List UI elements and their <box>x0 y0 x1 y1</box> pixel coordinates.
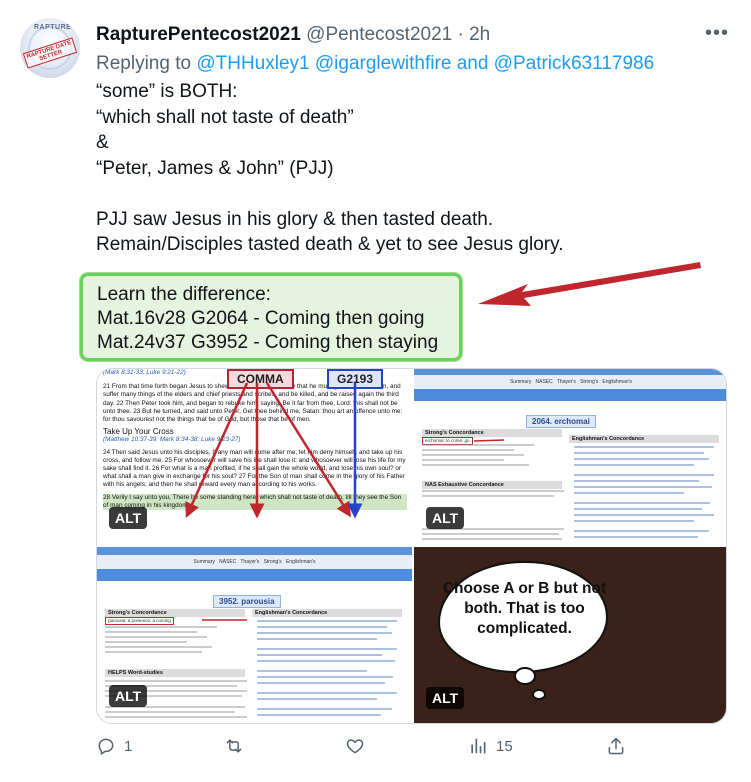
share-icon <box>608 737 624 755</box>
reply-button[interactable]: 1 <box>96 736 132 756</box>
tweet-line: “which shall not taste of death” <box>96 106 354 128</box>
replying-to: Replying to @THHuxley1 @igarglewithfire … <box>96 53 654 75</box>
alt-badge[interactable]: ALT <box>426 687 465 709</box>
callout-line: Mat.24v37 G3952 - Coming then staying <box>97 332 439 353</box>
reply-icon <box>98 738 114 755</box>
share-button[interactable] <box>606 736 626 756</box>
tweet-line: “Peter, James & John” (PJJ) <box>96 157 334 179</box>
like-button[interactable] <box>345 736 373 756</box>
retweet-button[interactable] <box>223 736 253 756</box>
separator-dot: · <box>457 24 470 45</box>
mention-link[interactable]: @Patrick63117986 <box>494 53 654 74</box>
timestamp[interactable]: 2h <box>469 24 490 45</box>
tweet-text: “some” is BOTH: “which shall not taste o… <box>96 79 716 258</box>
alt-badge[interactable]: ALT <box>109 507 148 529</box>
more-options-icon[interactable]: ••• <box>705 22 729 45</box>
views-icon <box>471 738 486 754</box>
media-image-parousia[interactable]: Summary NASEC Thayer's Strong's Englishm… <box>97 547 412 723</box>
tweet-line: “some” is BOTH: <box>96 81 238 102</box>
mention-link[interactable]: @THHuxley1 <box>196 53 309 74</box>
thought-puff <box>532 689 546 700</box>
media-image-bible-text[interactable]: (Mark 8:31-33; Luke 9:21-22) 21 From tha… <box>97 369 412 545</box>
media-grid: (Mark 8:31-33; Luke 9:21-22) 21 From tha… <box>96 368 727 724</box>
callout-line: Learn the difference: <box>97 284 271 305</box>
tweet-line: PJJ saw Jesus in his glory & then tasted… <box>96 208 494 230</box>
views-button[interactable]: 15 <box>468 736 513 756</box>
user-handle[interactable]: @Pentecost2021 <box>306 24 452 45</box>
heart-icon <box>346 739 364 754</box>
alt-badge[interactable]: ALT <box>426 507 465 529</box>
reply-count: 1 <box>124 737 133 755</box>
media-image-erchomai[interactable]: Summary NASEC Thayer's Strong's Englishm… <box>414 369 726 545</box>
callout-line: Mat.16v28 G2064 - Coming then going <box>97 308 425 329</box>
replying-prefix: Replying to <box>96 53 192 74</box>
mention-conjunction[interactable]: and <box>457 53 489 74</box>
retweet-icon <box>226 739 242 753</box>
avatar[interactable]: RAPTURE RAPTURE DATE SETTER <box>20 18 80 78</box>
mention-link[interactable]: @igarglewithfire <box>315 53 452 74</box>
tweet-line: & <box>96 132 109 153</box>
tweet-line: Remain/Disciples tasted death & yet to s… <box>96 234 564 255</box>
views-count: 15 <box>496 737 513 755</box>
display-name[interactable]: RapturePentecost2021 <box>96 24 301 45</box>
tweet-header: RapturePentecost2021 @Pentecost2021 · 2h <box>96 24 490 46</box>
thought-puff <box>514 667 536 685</box>
cartoon-text: Choose A or B but not both. That is too … <box>442 580 607 637</box>
action-bar: 1 15 <box>96 736 726 766</box>
alt-badge[interactable]: ALT <box>109 685 148 707</box>
callout-box: Learn the difference: Mat.16v28 G2064 - … <box>80 273 462 361</box>
media-image-cartoon[interactable]: Choose A or B but not both. That is too … <box>414 547 726 723</box>
tweet: RAPTURE RAPTURE DATE SETTER RapturePente… <box>0 0 751 782</box>
avatar-logo-text: RAPTURE <box>34 24 72 31</box>
